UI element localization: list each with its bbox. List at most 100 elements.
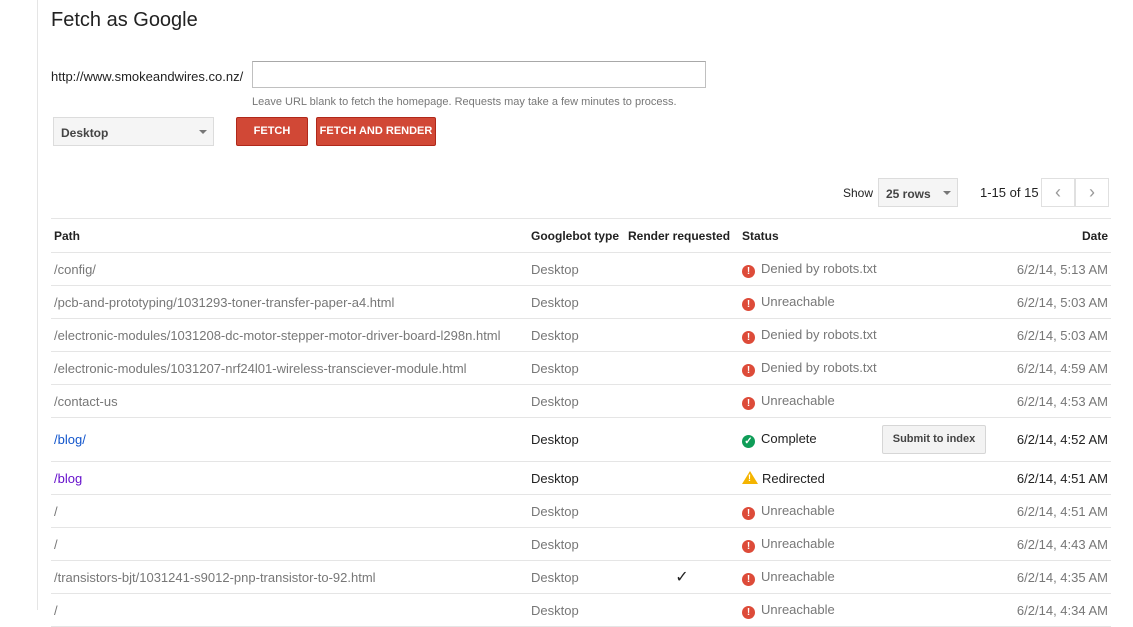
submit-to-index-button[interactable]: Submit to index xyxy=(882,425,986,454)
fetch-and-render-button[interactable]: FETCH AND RENDER xyxy=(316,117,436,146)
table-row[interactable]: /contact-us Desktop! Unreachable 6/2/14, 4:… xyxy=(51,384,1111,418)
table-row[interactable]: / Desktop! Unreachable 6/2/14, 4:34 AM xyxy=(51,593,1111,627)
render-requested-cell: ✓ xyxy=(625,560,739,594)
error-icon: ! xyxy=(742,539,755,553)
table-row[interactable]: /config/Desktop! Denied by robots.txt 6/2/… xyxy=(51,252,1111,286)
rows-per-page-select[interactable]: 25 rows xyxy=(878,178,958,207)
date-cell: 6/2/14, 4:51 AM xyxy=(999,494,1111,528)
render-requested-cell xyxy=(625,285,739,319)
status-cell: ! Unreachable xyxy=(739,384,999,418)
googlebot-type-column-header[interactable]: Googlebot type xyxy=(528,219,625,253)
path-link: /config/ xyxy=(54,261,96,277)
render-requested-cell xyxy=(625,384,739,418)
date-cell: 6/2/14, 5:03 AM xyxy=(999,318,1111,352)
status-text: Denied by robots.txt xyxy=(761,326,877,342)
status-text: Unreachable xyxy=(761,392,835,408)
path-cell: /pcb-and-prototyping/1031293-toner-trans… xyxy=(51,285,528,319)
fetch-button[interactable]: FETCH xyxy=(236,117,308,146)
error-icon: ! xyxy=(742,396,755,410)
googlebot-type-cell: Desktop xyxy=(528,417,625,462)
error-icon: ! xyxy=(742,363,755,377)
chevron-down-icon xyxy=(943,191,951,195)
table-row[interactable]: / Desktop! Unreachable 6/2/14, 4:43 AM xyxy=(51,527,1111,561)
table-row[interactable]: /electronic-modules/1031208-dc-motor-ste… xyxy=(51,318,1111,352)
device-select[interactable]: Desktop xyxy=(53,117,214,146)
path-link: / xyxy=(54,503,58,519)
path-link: / xyxy=(54,602,58,618)
error-icon: ! xyxy=(742,264,755,278)
device-select-value: Desktop xyxy=(61,126,109,140)
chevron-right-icon: › xyxy=(1089,182,1095,202)
path-link[interactable]: /blog xyxy=(54,471,82,486)
status-cell: ! Denied by robots.txt xyxy=(739,252,999,286)
render-requested-cell xyxy=(625,417,739,462)
table-row[interactable]: /electronic-modules/1031207-nrf24l01-wir… xyxy=(51,351,1111,385)
path-cell: /contact-us xyxy=(51,384,528,418)
error-icon: ! xyxy=(742,506,755,520)
previous-page-button[interactable]: ‹ xyxy=(1041,178,1075,207)
status-cell: ! Unreachable xyxy=(739,560,999,594)
date-cell: 6/2/14, 4:52 AM xyxy=(999,417,1111,462)
googlebot-type-cell: Desktop xyxy=(528,593,625,627)
path-link: / xyxy=(54,536,58,552)
url-hint-text: Leave URL blank to fetch the homepage. R… xyxy=(252,96,677,108)
url-path-input[interactable] xyxy=(252,61,706,88)
pagination-range: 1-15 of 15 xyxy=(980,185,1039,200)
date-cell: 6/2/14, 4:53 AM xyxy=(999,384,1111,418)
date-cell: 6/2/14, 5:03 AM xyxy=(999,285,1111,319)
path-link: /contact-us xyxy=(54,393,118,409)
path-cell: / xyxy=(51,494,528,528)
fetch-history-table: Path Googlebot type Render requested Sta… xyxy=(51,218,1111,627)
status-column-header[interactable]: Status xyxy=(739,219,999,253)
status-cell: ! Unreachable xyxy=(739,494,999,528)
googlebot-type-cell: Desktop xyxy=(528,494,625,528)
table-row[interactable]: / Desktop! Unreachable 6/2/14, 4:51 AM xyxy=(51,494,1111,528)
table-row[interactable]: /blog/Desktop ✓ Complete Submit to index 6/2… xyxy=(51,417,1111,462)
render-requested-cell xyxy=(625,351,739,385)
path-cell: /config/ xyxy=(51,252,528,286)
error-icon: ! xyxy=(742,572,755,586)
path-link[interactable]: /blog/ xyxy=(54,432,86,447)
render-requested-column-header[interactable]: Render requested xyxy=(625,219,739,253)
render-requested-cell xyxy=(625,461,739,495)
next-page-button[interactable]: › xyxy=(1075,178,1109,207)
render-requested-cell xyxy=(625,252,739,286)
date-cell: 6/2/14, 4:43 AM xyxy=(999,527,1111,561)
table-header-row: Path Googlebot type Render requested Sta… xyxy=(51,218,1111,253)
path-cell: / xyxy=(51,593,528,627)
table-row[interactable]: /pcb-and-prototyping/1031293-toner-trans… xyxy=(51,285,1111,319)
path-cell: /electronic-modules/1031207-nrf24l01-wir… xyxy=(51,351,528,385)
status-text: Unreachable xyxy=(761,568,835,584)
error-icon: ! xyxy=(742,605,755,619)
path-cell[interactable]: /blog/ xyxy=(51,417,528,462)
date-cell: 6/2/14, 4:51 AM xyxy=(999,461,1111,495)
path-cell: / xyxy=(51,527,528,561)
render-requested-cell xyxy=(625,494,739,528)
status-cell: ! Unreachable xyxy=(739,285,999,319)
googlebot-type-cell: Desktop xyxy=(528,252,625,286)
page-title: Fetch as Google xyxy=(51,9,198,31)
googlebot-type-cell: Desktop xyxy=(528,560,625,594)
date-cell: 6/2/14, 4:35 AM xyxy=(999,560,1111,594)
table-row[interactable]: /transistors-bjt/1031241-s9012-pnp-trans… xyxy=(51,560,1111,594)
status-text[interactable]: Complete xyxy=(761,431,817,446)
table-row[interactable]: /blog Desktop! Redirected 6/2/14, 4:51 AM xyxy=(51,461,1111,495)
status-cell: ✓ Complete Submit to index xyxy=(739,417,999,462)
status-text: Unreachable xyxy=(761,502,835,518)
path-column-header[interactable]: Path xyxy=(51,219,528,253)
path-link: /transistors-bjt/1031241-s9012-pnp-trans… xyxy=(54,569,376,585)
status-text[interactable]: Redirected xyxy=(762,471,825,486)
rows-per-page-value: 25 rows xyxy=(886,187,931,201)
status-text: Unreachable xyxy=(761,535,835,551)
googlebot-type-cell: Desktop xyxy=(528,318,625,352)
path-cell: /transistors-bjt/1031241-s9012-pnp-trans… xyxy=(51,560,528,594)
status-cell: ! Unreachable xyxy=(739,593,999,627)
path-link: /electronic-modules/1031207-nrf24l01-wir… xyxy=(54,360,467,376)
path-cell[interactable]: /blog xyxy=(51,461,528,495)
render-requested-cell xyxy=(625,593,739,627)
error-icon: ! xyxy=(742,330,755,344)
warning-icon: ! xyxy=(742,470,758,484)
render-requested-cell xyxy=(625,318,739,352)
date-column-header[interactable]: Date xyxy=(999,219,1111,253)
date-cell: 6/2/14, 4:59 AM xyxy=(999,351,1111,385)
